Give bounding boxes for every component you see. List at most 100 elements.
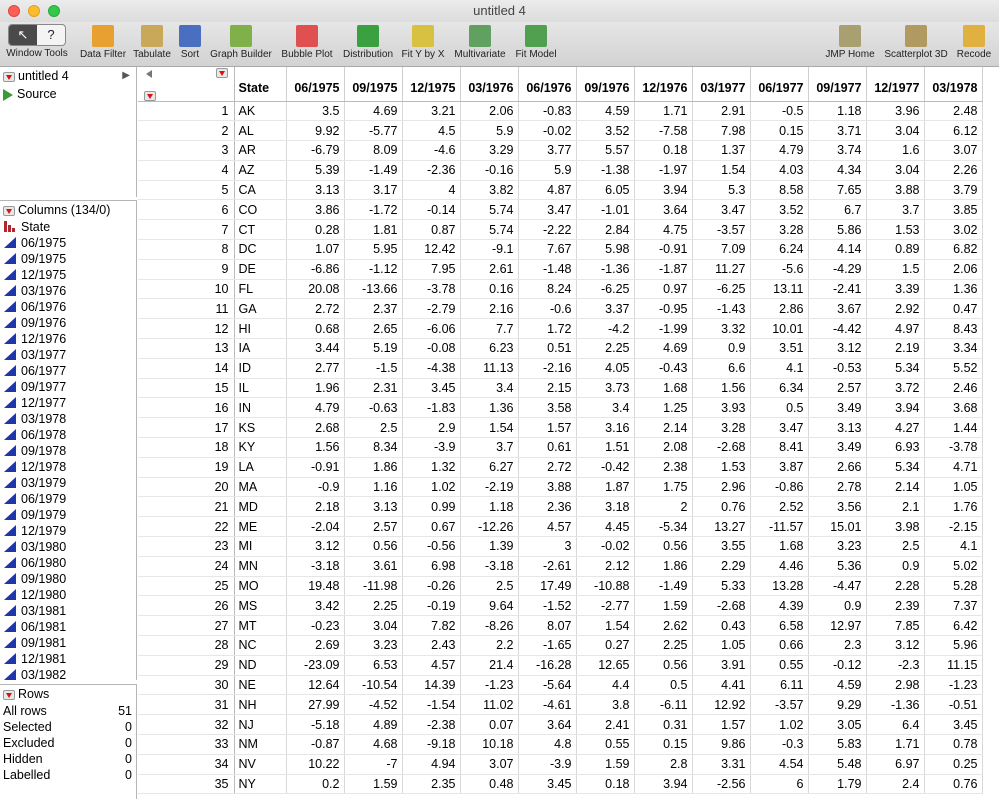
- table-cell[interactable]: 2.72: [518, 457, 577, 478]
- table-cell[interactable]: 4.57: [518, 516, 577, 538]
- table-cell[interactable]: 0.61: [518, 437, 577, 458]
- table-cell[interactable]: 2.41: [576, 714, 635, 735]
- table-cell[interactable]: 7.37: [924, 595, 983, 617]
- table-cell[interactable]: 0.31: [634, 714, 693, 735]
- table-cell[interactable]: 2.25: [576, 338, 635, 359]
- table-cell[interactable]: -23.09: [286, 655, 345, 676]
- table-cell[interactable]: 4.97: [866, 318, 925, 340]
- table-cell[interactable]: 2.57: [808, 378, 867, 399]
- table-cell[interactable]: -0.95: [634, 298, 693, 320]
- table-cell[interactable]: 3.4: [576, 397, 635, 419]
- table-cell[interactable]: 1.56: [692, 378, 751, 399]
- table-cell[interactable]: 2.9: [402, 417, 461, 439]
- table-cell[interactable]: MS: [234, 595, 287, 617]
- row-number[interactable]: 12: [138, 318, 235, 340]
- table-cell[interactable]: 3.61: [344, 556, 403, 577]
- table-cell[interactable]: -5.77: [344, 120, 403, 142]
- table-cell[interactable]: 6.97: [866, 754, 925, 775]
- table-cell[interactable]: 7.67: [518, 239, 577, 260]
- table-cell[interactable]: AL: [234, 120, 287, 142]
- rows-menu-icon[interactable]: [144, 91, 156, 101]
- table-cell[interactable]: 4.5: [402, 120, 461, 142]
- row-number[interactable]: 32: [138, 714, 235, 735]
- table-cell[interactable]: 4.94: [402, 754, 461, 775]
- table-cell[interactable]: 2.14: [866, 477, 925, 498]
- table-cell[interactable]: IL: [234, 378, 287, 399]
- table-cell[interactable]: 2.43: [402, 635, 461, 656]
- table-cell[interactable]: 0.28: [286, 219, 345, 241]
- table-cell[interactable]: -2.36: [402, 160, 461, 181]
- table-cell[interactable]: -0.9: [286, 477, 345, 498]
- row-number[interactable]: 3: [138, 140, 235, 161]
- table-cell[interactable]: -3.18: [286, 556, 345, 577]
- table-row[interactable]: 4 AZ 5.39 -1.49 -2.36 -0.16 5.9 -1.38 -1.97 1.54 4…: [138, 160, 983, 181]
- row-number[interactable]: 18: [138, 437, 235, 458]
- table-cell[interactable]: -0.83: [518, 101, 577, 122]
- table-cell[interactable]: 2.25: [344, 595, 403, 617]
- table-cell[interactable]: 3.94: [634, 774, 693, 795]
- table-cell[interactable]: 1.59: [634, 595, 693, 617]
- table-cell[interactable]: -2.68: [692, 595, 751, 617]
- row-number[interactable]: 28: [138, 635, 235, 656]
- table-cell[interactable]: 5.95: [344, 239, 403, 260]
- table-cell[interactable]: 0.66: [750, 635, 809, 656]
- column-item[interactable]: 06/1979: [0, 491, 136, 507]
- row-number[interactable]: 19: [138, 457, 235, 478]
- table-cell[interactable]: 0.9: [692, 338, 751, 359]
- table-cell[interactable]: 0.43: [692, 615, 751, 637]
- table-cell[interactable]: 2.19: [866, 338, 925, 359]
- table-cell[interactable]: 3.16: [576, 417, 635, 439]
- table-cell[interactable]: 2.65: [344, 318, 403, 340]
- row-number[interactable]: 2: [138, 120, 235, 142]
- table-cell[interactable]: 2.08: [634, 437, 693, 458]
- table-cell[interactable]: 2.15: [518, 378, 577, 399]
- table-cell[interactable]: CT: [234, 219, 287, 241]
- row-number[interactable]: 17: [138, 417, 235, 439]
- columns-menu-icon[interactable]: [3, 205, 15, 216]
- table-cell[interactable]: 2.14: [634, 417, 693, 439]
- row-number[interactable]: 33: [138, 734, 235, 755]
- table-cell[interactable]: 1.36: [460, 397, 519, 419]
- table-row[interactable]: 23 MI 3.12 0.56 -0.56 1.39 3 -0.02 0.56 3.55 1.68 3…: [138, 536, 983, 557]
- table-cell[interactable]: 2.16: [460, 298, 519, 320]
- table-cell[interactable]: 4.45: [576, 516, 635, 538]
- recode-button[interactable]: Recode: [955, 22, 993, 67]
- column-item[interactable]: 12/1980: [0, 587, 136, 603]
- table-cell[interactable]: 2.4: [866, 774, 925, 795]
- table-cell[interactable]: 3.94: [634, 180, 693, 201]
- rows-menu-icon[interactable]: [3, 689, 15, 700]
- table-cell[interactable]: 3.72: [866, 378, 925, 399]
- table-cell[interactable]: 2.57: [344, 516, 403, 538]
- table-cell[interactable]: 6.05: [576, 180, 635, 201]
- table-cell[interactable]: NJ: [234, 714, 287, 735]
- table-cell[interactable]: -7: [344, 754, 403, 775]
- table-cell[interactable]: 3.74: [808, 140, 867, 161]
- table-cell[interactable]: 0.56: [634, 655, 693, 676]
- table-cell[interactable]: -0.6: [518, 298, 577, 320]
- zoom-window-button[interactable]: [48, 5, 60, 17]
- table-cell[interactable]: 2.37: [344, 298, 403, 320]
- table-cell[interactable]: 1.59: [576, 754, 635, 775]
- table-cell[interactable]: 3.13: [808, 417, 867, 439]
- table-cell[interactable]: 8.58: [750, 180, 809, 201]
- table-cell[interactable]: 1.16: [344, 477, 403, 498]
- table-cell[interactable]: 6: [750, 774, 809, 795]
- table-cell[interactable]: 1.39: [460, 536, 519, 557]
- table-cell[interactable]: -1.99: [634, 318, 693, 340]
- table-cell[interactable]: 14.39: [402, 675, 461, 696]
- table-cell[interactable]: DE: [234, 259, 287, 280]
- table-cell[interactable]: 0.2: [286, 774, 345, 795]
- table-cell[interactable]: 3.31: [692, 754, 751, 775]
- table-cell[interactable]: 0.9: [866, 556, 925, 577]
- table-cell[interactable]: 7.09: [692, 239, 751, 260]
- table-cell[interactable]: 8.34: [344, 437, 403, 458]
- table-row[interactable]: 5 CA 3.13 3.17 4 3.82 4.87 6.05 3.94 5.3 8.58 7.65 3…: [138, 180, 983, 201]
- table-cell[interactable]: -4.29: [808, 259, 867, 280]
- column-header[interactable]: 03/1978: [924, 67, 983, 102]
- table-cell[interactable]: 3: [518, 536, 577, 557]
- expand-arrow-icon[interactable]: ▶: [122, 67, 130, 85]
- table-cell[interactable]: -11.57: [750, 516, 809, 538]
- table-cell[interactable]: -12.26: [460, 516, 519, 538]
- table-cell[interactable]: -4.2: [576, 318, 635, 340]
- row-number[interactable]: 16: [138, 397, 235, 419]
